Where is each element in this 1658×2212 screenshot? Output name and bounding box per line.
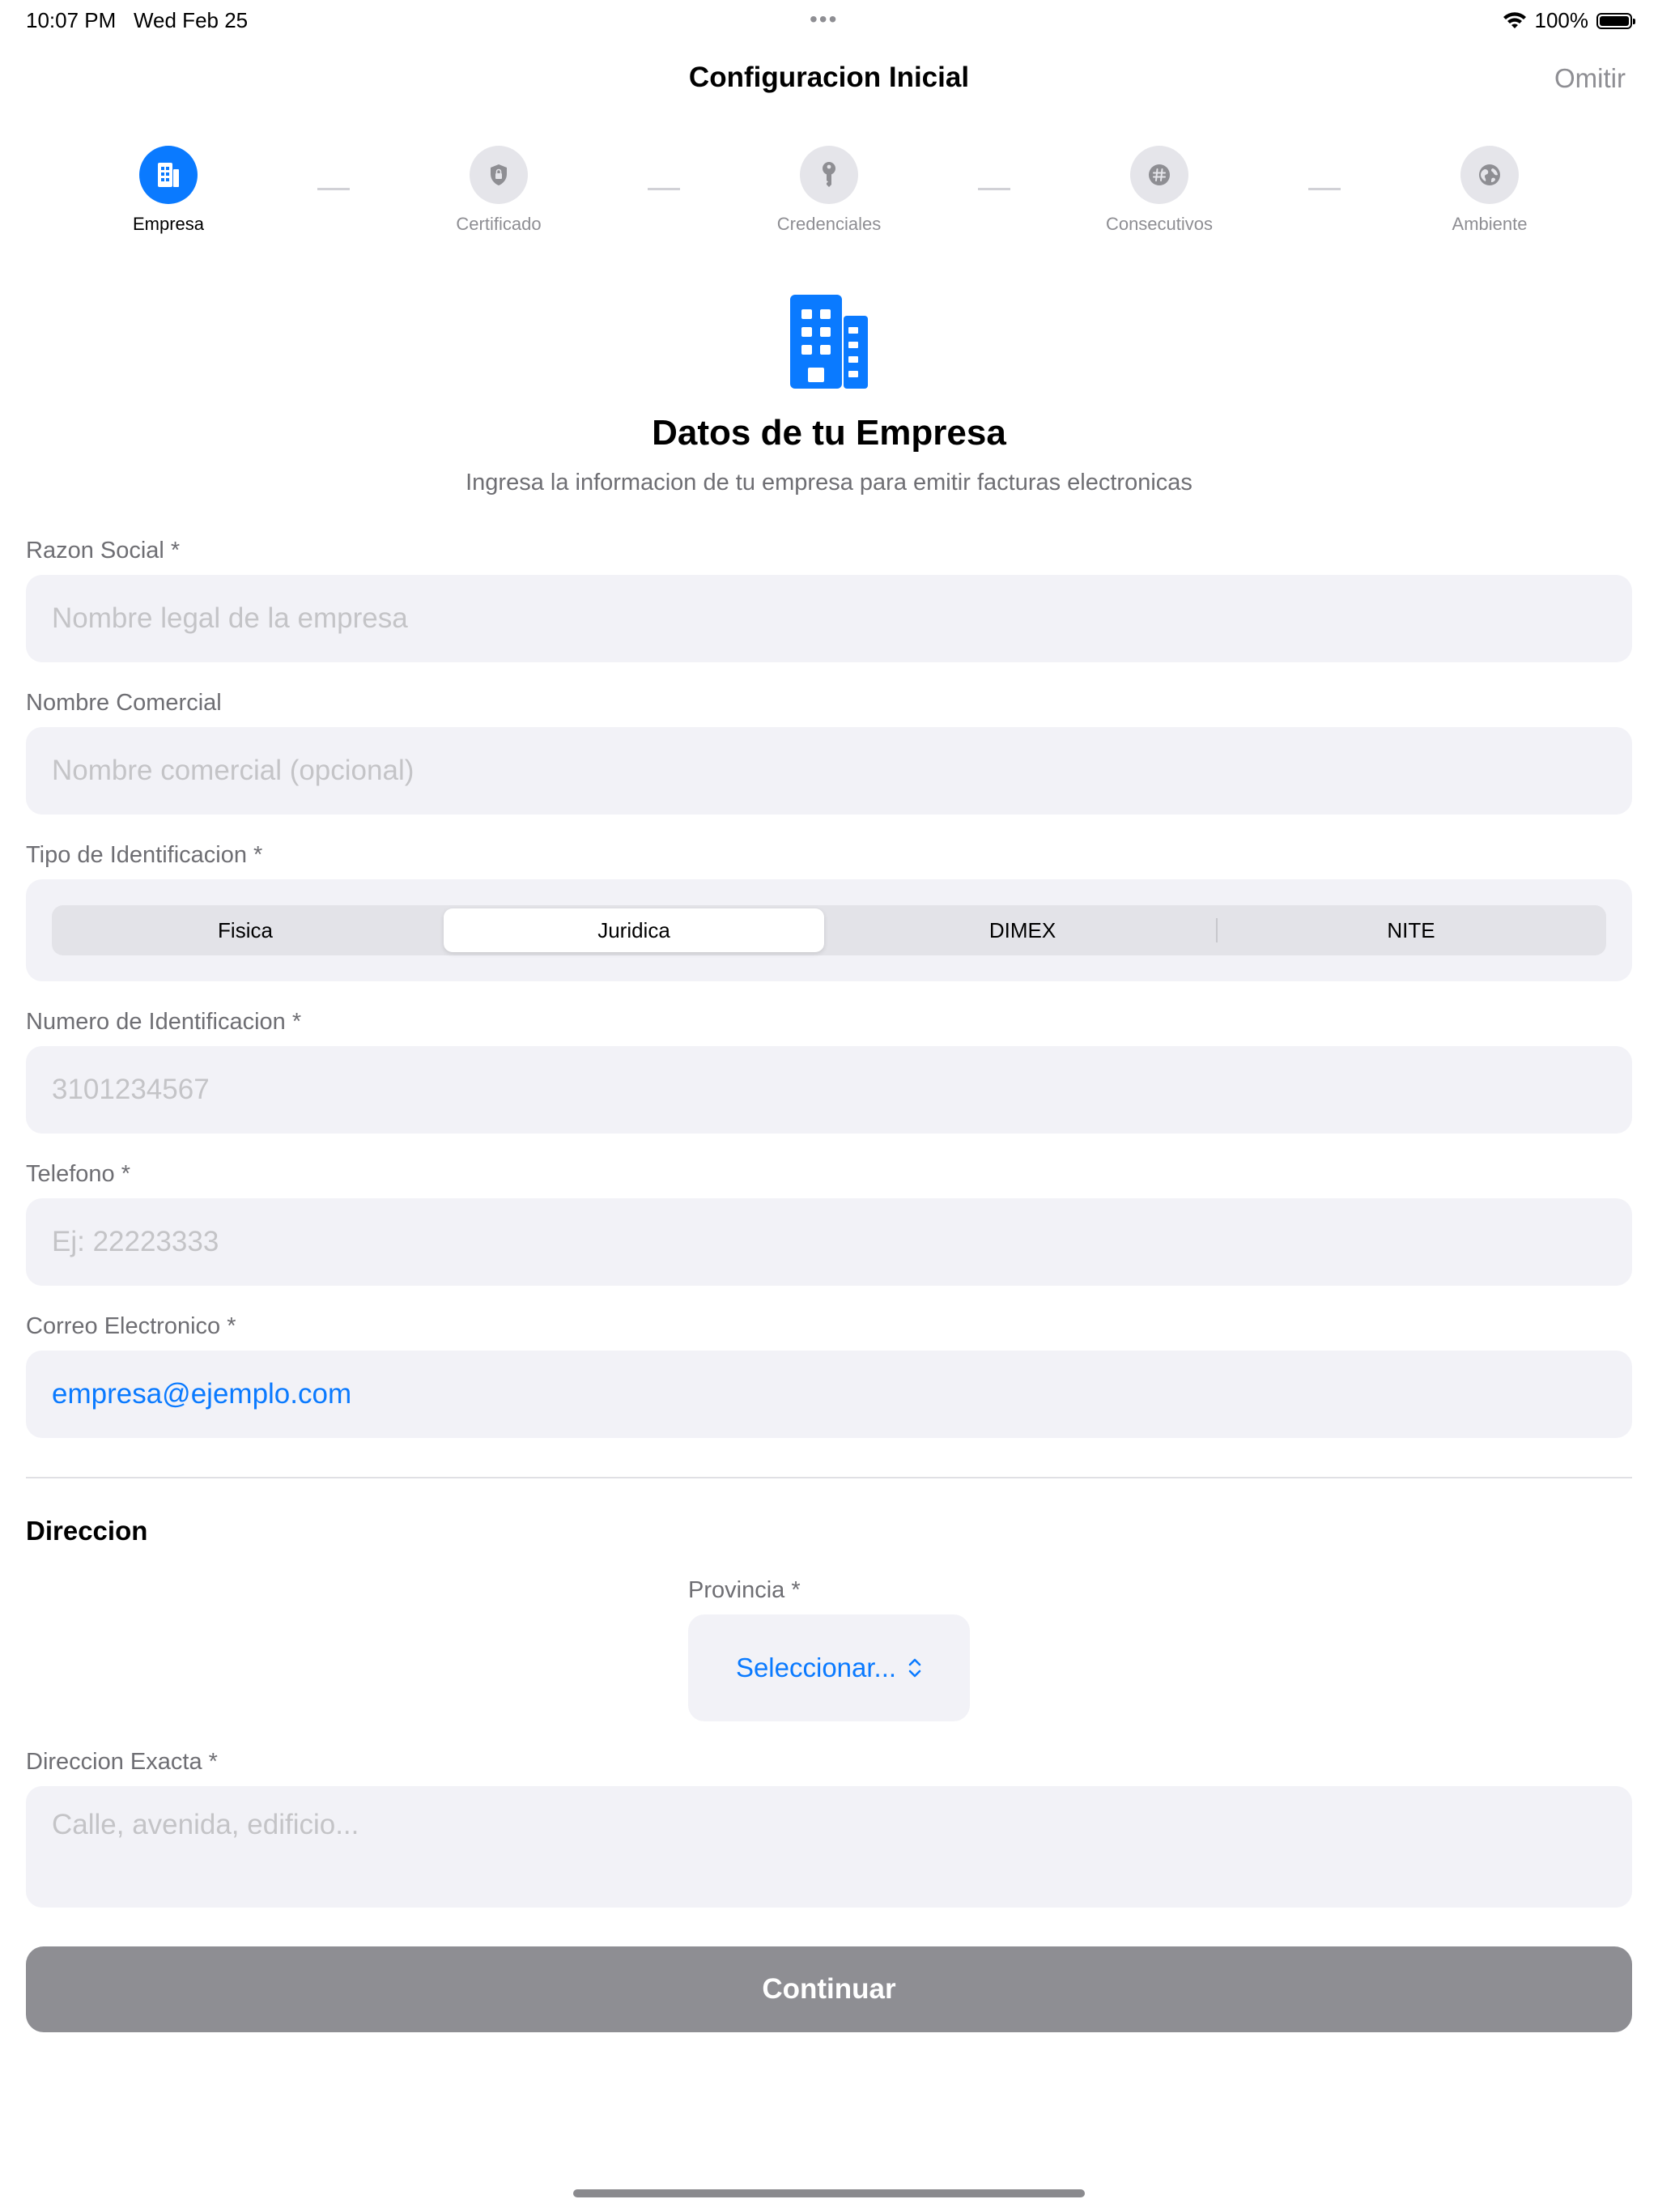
razon-social-label: Razon Social * <box>26 538 181 564</box>
continue-button[interactable]: Continuar <box>26 1946 1632 2032</box>
segment-nite[interactable]: NITE <box>1221 908 1601 952</box>
segment-fisica[interactable]: Fisica <box>55 908 436 952</box>
battery-percent: 100% <box>1534 8 1589 32</box>
telefono-input[interactable]: Ej: 22223333 <box>26 1198 1632 1286</box>
step-label: Ambiente <box>1452 214 1528 234</box>
step-consecutivos[interactable]: Consecutivos <box>1078 146 1240 235</box>
tipo-identificacion-container: Fisica Juridica DIMEX NITE <box>26 879 1632 981</box>
building-icon <box>790 295 868 389</box>
time-text: 10:07 PM <box>26 8 117 32</box>
step-connector <box>648 188 680 190</box>
status-time: 10:07 PM Wed Feb 25 <box>26 8 248 33</box>
section-divider <box>26 1477 1632 1478</box>
step-credenciales[interactable]: Credenciales <box>748 146 910 235</box>
step-ambiente[interactable]: Ambiente <box>1409 146 1571 235</box>
status-indicators: 100% <box>1503 8 1635 33</box>
building-icon <box>139 146 198 204</box>
step-empresa[interactable]: Empresa <box>87 146 249 235</box>
nombre-comercial-label: Nombre Comercial <box>26 690 222 716</box>
step-label: Credenciales <box>776 214 882 234</box>
page-title: Configuracion Inicial <box>688 62 970 93</box>
tipo-identificacion-segmented-control: Fisica Juridica DIMEX NITE <box>52 905 1606 955</box>
section-description: Ingresa la informacion de tu empresa par… <box>466 470 1192 496</box>
provincia-value: Seleccionar... <box>735 1653 897 1682</box>
wifi-icon <box>1503 11 1526 28</box>
number-icon <box>1130 146 1188 204</box>
section-heading: Datos de tu Empresa <box>652 413 1006 453</box>
tipo-identificacion-label: Tipo de Identificacion * <box>26 842 263 868</box>
segment-divider <box>1216 918 1218 942</box>
correo-input[interactable]: empresa@ejemplo.com <box>26 1351 1632 1438</box>
direccion-heading: Direccion <box>26 1516 148 1546</box>
step-connector <box>978 188 1010 190</box>
step-label: Empresa <box>132 214 205 234</box>
step-connector <box>317 188 350 190</box>
home-indicator[interactable] <box>573 2189 1085 2197</box>
skip-button[interactable]: Omitir <box>1554 63 1626 94</box>
battery-icon <box>1596 12 1635 29</box>
multitasking-dots-icon[interactable]: ••• <box>810 6 838 32</box>
telefono-label: Telefono * <box>26 1161 130 1187</box>
direccion-exacta-textarea[interactable]: Calle, avenida, edificio... <box>26 1786 1632 1908</box>
provincia-label: Provincia * <box>688 1577 801 1603</box>
direccion-exacta-label: Direccion Exacta * <box>26 1749 218 1775</box>
chevron-up-down-icon <box>908 1658 921 1678</box>
razon-social-input[interactable]: Nombre legal de la empresa <box>26 575 1632 662</box>
provincia-picker[interactable]: Seleccionar... <box>688 1614 970 1721</box>
step-label: Certificado <box>456 214 542 234</box>
segment-juridica[interactable]: Juridica <box>444 908 824 952</box>
numero-identificacion-input[interactable]: 3101234567 <box>26 1046 1632 1134</box>
globe-icon <box>1460 146 1519 204</box>
step-label: Consecutivos <box>1105 214 1214 234</box>
segment-dimex[interactable]: DIMEX <box>832 908 1213 952</box>
key-icon <box>800 146 858 204</box>
nombre-comercial-input[interactable]: Nombre comercial (opcional) <box>26 727 1632 815</box>
step-connector <box>1308 188 1341 190</box>
date-text: Wed Feb 25 <box>133 8 249 32</box>
numero-identificacion-label: Numero de Identificacion * <box>26 1009 302 1035</box>
correo-label: Correo Electronico * <box>26 1313 236 1339</box>
step-certificado[interactable]: Certificado <box>418 146 580 235</box>
shield-lock-icon <box>470 146 528 204</box>
